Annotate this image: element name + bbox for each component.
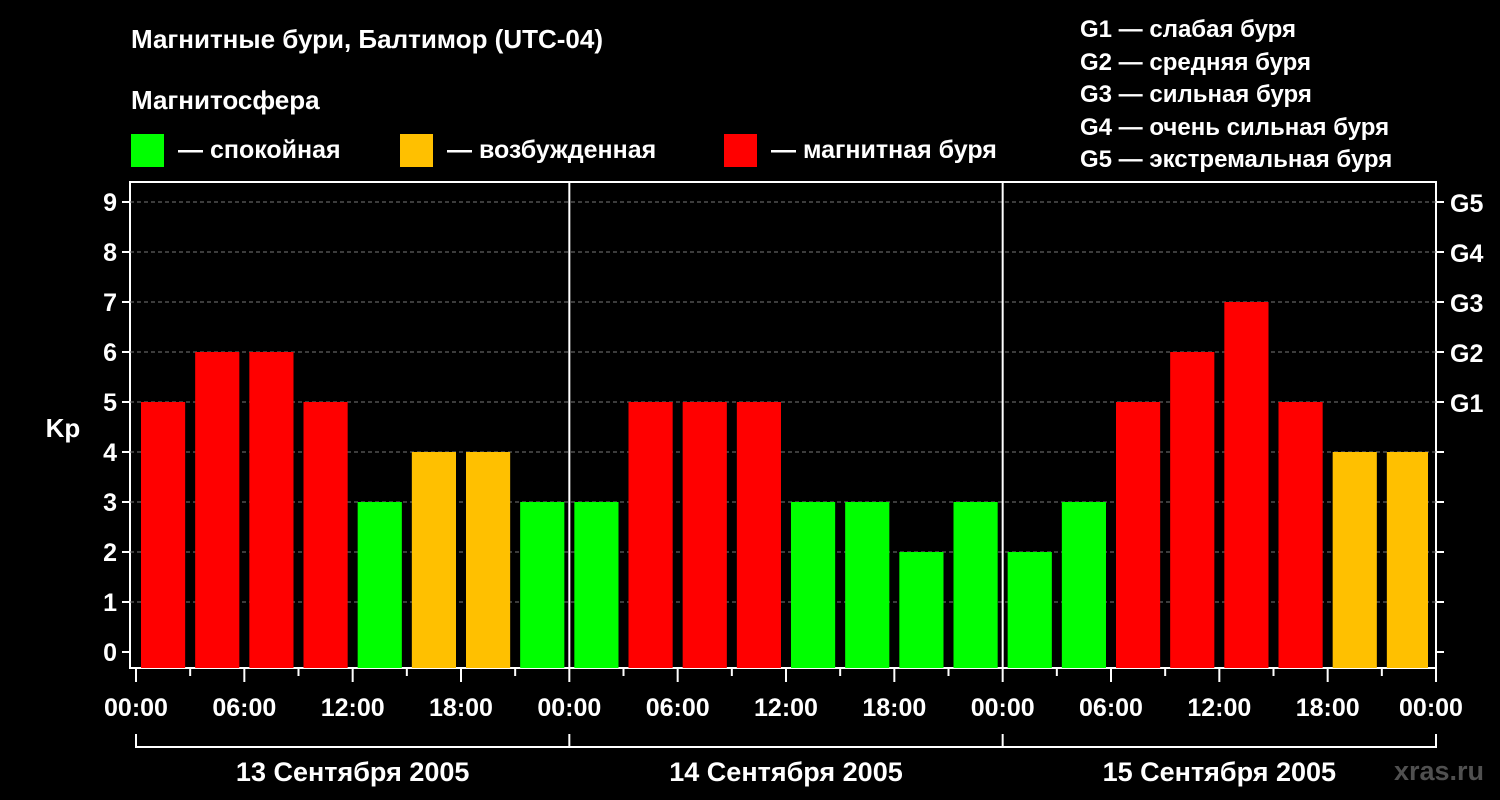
g-level-label: G3 xyxy=(1450,290,1483,318)
y-tick-label: 7 xyxy=(103,289,117,317)
day-label: 13 Сентября 2005 xyxy=(236,757,469,787)
x-tick-label: 12:00 xyxy=(754,694,818,722)
x-tick-label: 00:00 xyxy=(537,694,601,722)
g-level-label: G4 xyxy=(1450,240,1483,268)
y-tick-label: 0 xyxy=(103,639,117,667)
kp-bar xyxy=(1224,302,1269,668)
kp-bar xyxy=(520,502,565,668)
g-level-label: G1 xyxy=(1450,390,1483,418)
x-tick-label: 00:00 xyxy=(104,694,168,722)
kp-bar xyxy=(899,552,944,668)
y-tick-label: 4 xyxy=(103,439,117,467)
kp-bar xyxy=(574,502,619,668)
kp-bar xyxy=(195,352,240,668)
x-tick-label: 18:00 xyxy=(1296,694,1360,722)
x-tick-label: 18:00 xyxy=(429,694,493,722)
kp-bar xyxy=(466,452,511,668)
x-tick-label: 00:00 xyxy=(971,694,1035,722)
x-tick-label: 06:00 xyxy=(646,694,710,722)
y-axis-label: Kp xyxy=(46,413,81,443)
kp-bar xyxy=(1386,452,1428,668)
kp-bar xyxy=(1116,402,1161,668)
kp-bar xyxy=(249,352,294,668)
kp-bar xyxy=(845,502,890,668)
kp-bar xyxy=(1278,402,1323,668)
kp-bar xyxy=(357,502,402,668)
kp-bar xyxy=(628,402,673,668)
watermark: xras.ru xyxy=(1393,756,1484,786)
kp-bar xyxy=(736,402,781,668)
x-tick-label: 06:00 xyxy=(1079,694,1143,722)
x-tick-label: 18:00 xyxy=(862,694,926,722)
g-level-label: G2 xyxy=(1450,340,1483,368)
y-tick-label: 2 xyxy=(103,539,117,567)
y-tick-label: 5 xyxy=(103,389,117,417)
y-tick-label: 8 xyxy=(103,239,117,267)
g-level-label: G5 xyxy=(1450,190,1483,218)
kp-bar xyxy=(1061,502,1106,668)
day-label: 15 Сентября 2005 xyxy=(1103,757,1336,787)
x-tick-label: 12:00 xyxy=(321,694,385,722)
kp-bar xyxy=(1170,352,1215,668)
x-tick-label: 00:00 xyxy=(1399,694,1463,722)
y-tick-label: 3 xyxy=(103,489,117,517)
kp-bar xyxy=(953,502,998,668)
day-label: 14 Сентября 2005 xyxy=(669,757,902,787)
kp-bar xyxy=(411,452,456,668)
kp-bar-chart: 0 1 2 3 4 5 6 7 8 9 G1 G2 G3 G4 G5 Kp 00:00 06:00 12:00 18:… xyxy=(46,181,1483,787)
y-tick-label: 9 xyxy=(103,189,117,217)
kp-bar xyxy=(303,402,348,668)
x-tick-label: 12:00 xyxy=(1187,694,1251,722)
kp-bar xyxy=(1007,552,1052,668)
kp-bar xyxy=(682,402,727,668)
x-tick-label: 06:00 xyxy=(212,694,276,722)
y-tick-label: 6 xyxy=(103,339,117,367)
y-tick-label: 1 xyxy=(103,589,117,617)
kp-bar xyxy=(141,402,186,668)
kp-bar xyxy=(1332,452,1377,668)
kp-bar xyxy=(791,502,836,668)
